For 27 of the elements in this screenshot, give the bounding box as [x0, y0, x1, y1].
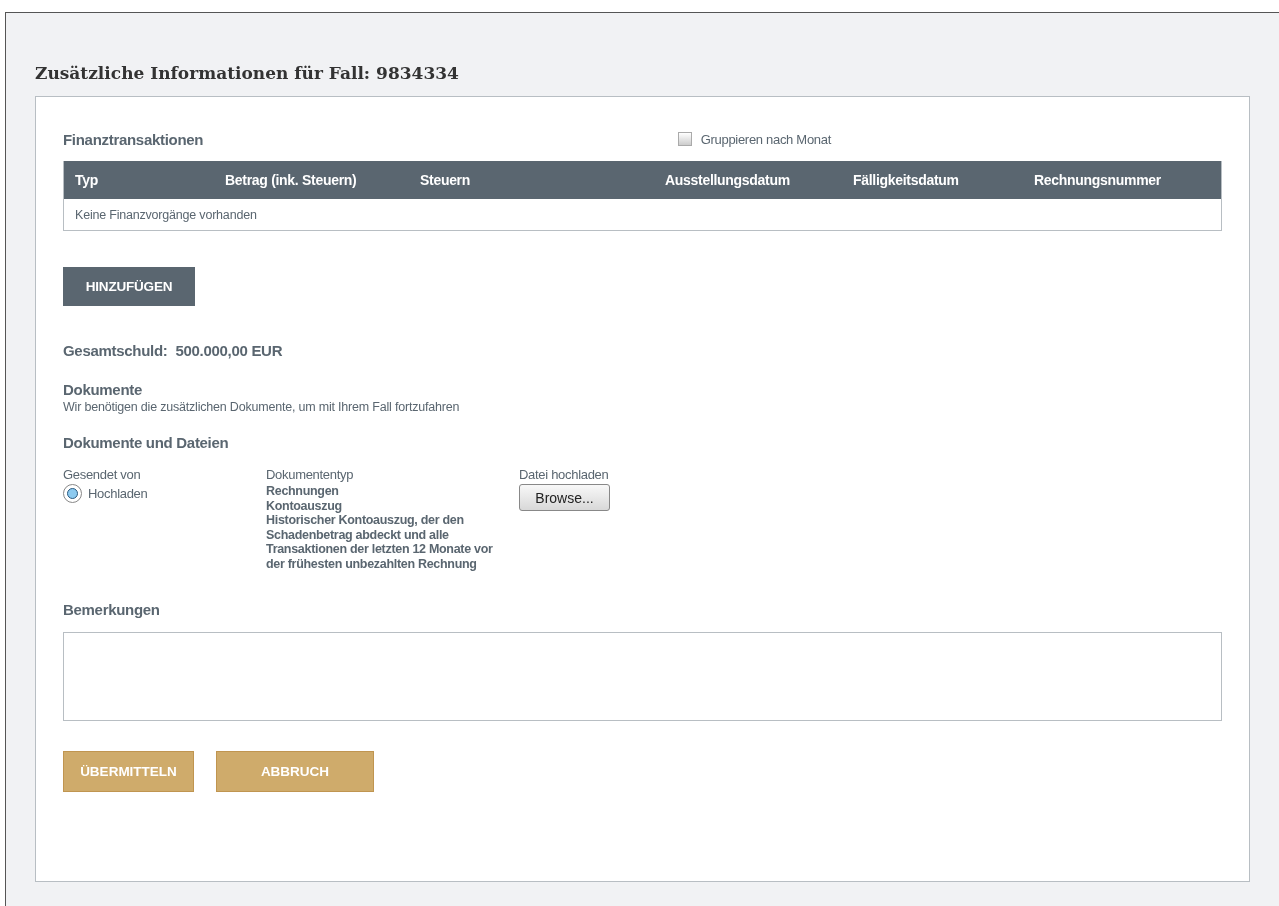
- add-button[interactable]: HINZUFÜGEN: [63, 267, 195, 306]
- document-type: Rechnungen: [266, 484, 340, 499]
- radio-button[interactable]: [63, 484, 82, 503]
- radio-label: Hochladen: [88, 486, 148, 501]
- section-heading: Dokumente: [63, 381, 143, 398]
- document-type: Historischer Kontoauszug, der den Schadenbetrag abdeckt und alle Transaktionen der letzten 12 Monate vor der frühesten unbezahlten Rechnung: [266, 513, 494, 571]
- empty-message: Keine Finanzvorgänge vorhanden: [74, 206, 258, 224]
- page-title: Zusätzliche Informationen für Fall: 9834334: [35, 63, 460, 85]
- column-header: Typ: [75, 172, 99, 188]
- field-label: Dokumententyp: [266, 467, 355, 482]
- document-type: Kontoauszug: [266, 498, 343, 513]
- remarks-field[interactable]: [63, 632, 1222, 721]
- column-header: Fälligkeitsdatum: [853, 172, 960, 188]
- column-header: Ausstellungsdatum: [665, 172, 791, 188]
- field-label: Datei hochladen: [519, 467, 610, 482]
- total-value: 500.000,00 EUR: [175, 342, 283, 359]
- field-label: Gesendet von: [63, 467, 142, 482]
- section-heading: Dokumente und Dateien: [63, 434, 230, 451]
- browse-button[interactable]: Browse...: [519, 484, 610, 511]
- description: Wir benötigen die zusätzlichen Dokumente, um mit Ihrem Fall fortzufahren: [63, 400, 461, 414]
- column-header: Steuern: [420, 172, 472, 188]
- section-heading: Finanztransaktionen: [63, 130, 204, 148]
- total-label: Gesamtschuld:: [63, 342, 168, 359]
- column-header: Rechnungsnummer: [1034, 172, 1162, 188]
- section-heading: Bemerkungen: [63, 601, 161, 618]
- column-header: Betrag (ink. Steuern): [225, 172, 358, 188]
- group-by-month-checkbox[interactable]: Gruppieren nach Monat: [677, 131, 831, 147]
